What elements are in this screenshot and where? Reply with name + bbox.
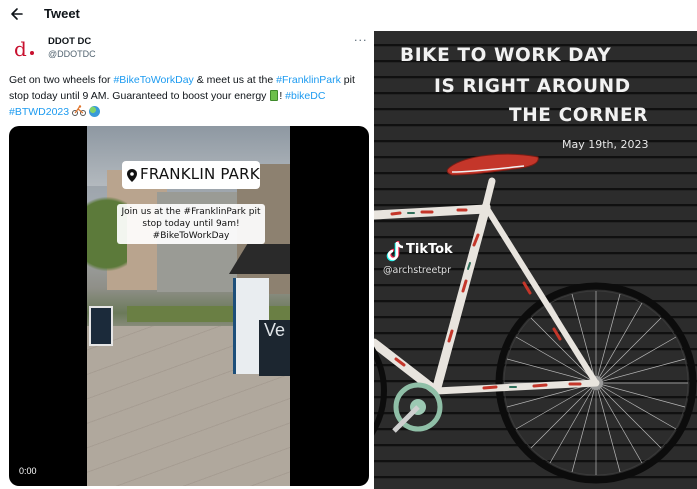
- location-pin-icon: [127, 169, 137, 182]
- page-title: Tweet: [44, 6, 80, 21]
- caption-line: stop today until 9am!: [142, 219, 240, 229]
- display-name[interactable]: DDOT DC: [48, 36, 91, 47]
- location-sticker: FRANKLIN PARK: [122, 161, 260, 189]
- tweet-text: Get on two wheels for #BikeToWorkDay & m…: [9, 72, 367, 120]
- video-player[interactable]: Ve FRANKLIN PARK Join us at the #Frankli…: [9, 126, 369, 486]
- video-caption: Join us at the #FranklinPark pit stop to…: [117, 204, 265, 244]
- caption-line: Join us at the #FranklinPark pit: [121, 207, 261, 217]
- banner-sign: Ve: [259, 320, 290, 376]
- tweet-panel: Tweet d DDOT DC @DDOTDC ··· Get on two w…: [0, 0, 372, 489]
- headline-line: IS RIGHT AROUND: [434, 76, 631, 97]
- arrow-left-icon[interactable]: [10, 6, 24, 22]
- more-options-icon[interactable]: ···: [354, 34, 368, 47]
- video-timestamp: 0:00: [19, 466, 37, 476]
- avatar-logo-dot: [30, 51, 34, 55]
- tweet-text-part: Get on two wheels for: [9, 74, 114, 86]
- headline-line: BIKE TO WORK DAY: [400, 45, 612, 66]
- tiktok-logo-icon: [386, 241, 404, 262]
- location-label: FRANKLIN PARK: [140, 165, 260, 183]
- top-bar: Tweet: [0, 0, 372, 30]
- tiktok-handle: @archstreetpr: [383, 265, 451, 276]
- event-date: May 19th, 2023: [562, 138, 649, 151]
- user-handle[interactable]: @DDOTDC: [48, 49, 96, 59]
- bicycle-illustration: [374, 153, 697, 484]
- tweet-text-part: & meet us at the: [193, 74, 277, 86]
- hashtag-link[interactable]: #bikeDC: [285, 90, 325, 102]
- sandwich-sign: [89, 306, 113, 346]
- cyclist-emoji-icon: [72, 105, 87, 116]
- hashtag-link[interactable]: #BikeToWorkDay: [113, 74, 193, 86]
- tiktok-image[interactable]: BIKE TO WORK DAY IS RIGHT AROUND THE COR…: [374, 31, 697, 489]
- battery-emoji-icon: [270, 90, 279, 101]
- tiktok-brand-label: TikTok: [406, 242, 453, 257]
- headline-line: THE CORNER: [509, 105, 649, 126]
- globe-emoji-icon: [88, 106, 100, 117]
- caption-line: #BikeToWorkDay: [152, 231, 230, 241]
- avatar[interactable]: d: [10, 36, 38, 64]
- avatar-logo: d: [14, 37, 27, 61]
- hashtag-link[interactable]: #FranklinPark: [276, 74, 341, 86]
- hashtag-link[interactable]: #BTWD2023: [9, 106, 69, 118]
